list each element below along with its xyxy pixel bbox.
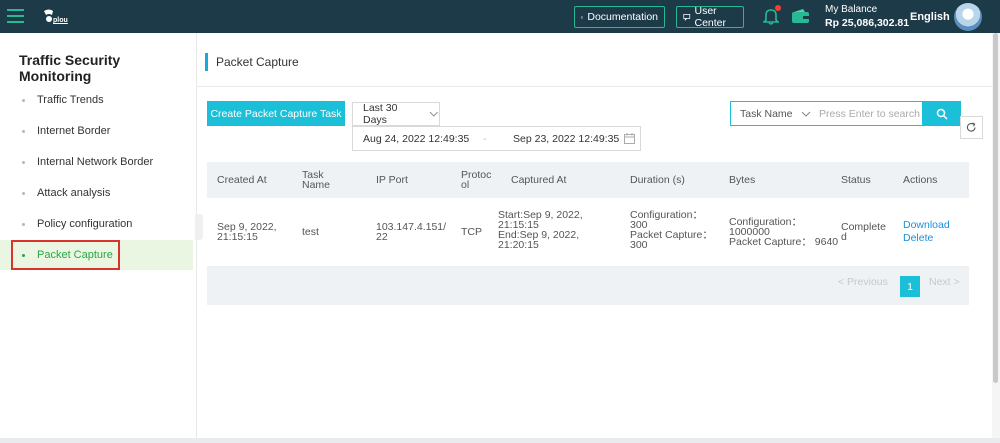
header-task-name: Task Name — [302, 169, 331, 191]
search-field-select[interactable]: Task Name — [731, 102, 811, 125]
cell-duration: Configuration： 300 Packet Capture： 300 — [630, 209, 713, 251]
bullet-icon — [22, 222, 25, 226]
chat-icon — [683, 14, 691, 21]
search-bar: Task Name — [730, 101, 961, 126]
documentation-button[interactable]: Documentation — [574, 6, 665, 28]
cell-captured-at: Start:Sep 9, 2022, 21:15:15 End:Sep 9, 202… — [498, 209, 583, 251]
sidebar-item-label: Traffic Trends — [37, 94, 104, 106]
cell-ip-port: 103.147.4.151/22 — [376, 221, 447, 243]
start-date[interactable]: Aug 24, 2022 12:49:35 — [363, 133, 469, 145]
avatar[interactable] — [954, 3, 982, 31]
header-ip-port: IP Port — [376, 174, 408, 186]
sidebar-item-label: Internal Network Border — [37, 156, 154, 168]
bottom-bar — [0, 438, 1000, 443]
sidebar-item-traffic-trends[interactable]: Traffic Trends — [0, 85, 193, 115]
sidebar-item-packet-capture[interactable]: Packet Capture — [0, 240, 193, 270]
sidebar-item-label: Policy configuration — [37, 218, 133, 230]
date-range-picker[interactable]: Aug 24, 2022 12:49:35 - Sep 23, 2022 12:… — [352, 126, 641, 151]
search-icon — [936, 108, 948, 120]
header-actions: Actions — [903, 174, 938, 186]
delete-link[interactable]: Delete — [903, 233, 950, 244]
chevron-down-icon — [801, 111, 810, 117]
header-divider — [197, 86, 1000, 87]
table-row: Sep 9, 2022, 21:15:15 test 103.147.4.151/… — [207, 198, 969, 267]
scrollbar-thumb[interactable] — [993, 33, 998, 383]
sidebar-title: Traffic Security Monitoring — [19, 52, 121, 84]
documentation-label: Documentation — [587, 11, 658, 23]
header-status: Status — [841, 174, 871, 186]
pagination: < Previous 1 Next > — [207, 267, 969, 305]
sidebar-item-internal-network-border[interactable]: Internal Network Border — [0, 147, 193, 177]
menu-icon[interactable] — [7, 9, 24, 23]
header-protocol: Protoc ol — [461, 169, 492, 191]
sidebar: Traffic Security Monitoring Traffic Tren… — [0, 33, 197, 438]
cell-status: Complete d — [841, 221, 886, 243]
language-selector[interactable]: English — [910, 11, 950, 23]
sidebar-item-internet-border[interactable]: Internet Border — [0, 116, 193, 146]
sidebar-item-attack-analysis[interactable]: Attack analysis — [0, 178, 193, 208]
download-link[interactable]: Download — [903, 220, 950, 231]
top-bar: plou Documentation User Center My Balanc… — [0, 0, 1000, 33]
sidebar-item-policy-configuration[interactable]: Policy configuration — [0, 209, 193, 239]
end-date[interactable]: Sep 23, 2022 12:49:35 — [513, 133, 619, 145]
next-page-button[interactable]: Next > — [929, 276, 960, 288]
cell-bytes: Configuration： 1000000 Packet Capture： 964… — [729, 216, 839, 248]
bullet-icon — [22, 191, 25, 195]
document-icon — [581, 15, 584, 19]
user-center-button[interactable]: User Center — [676, 5, 744, 29]
page-scrollbar[interactable] — [992, 33, 1000, 438]
user-center-label: User Center — [694, 5, 727, 29]
sidebar-item-label: Attack analysis — [37, 187, 111, 199]
date-range-select[interactable]: Last 30 Days — [352, 102, 440, 126]
bullet-icon — [22, 160, 25, 164]
balance-value: Rp 25,086,302.81 — [825, 17, 910, 29]
search-field-value: Task Name — [740, 107, 793, 120]
notification-dot — [775, 5, 781, 11]
bullet-icon — [22, 98, 25, 102]
search-input[interactable] — [811, 102, 921, 125]
cell-actions: Download Delete — [903, 220, 950, 244]
balance-label: My Balance — [825, 4, 878, 15]
header-captured-at: Captured At — [511, 174, 567, 186]
table-header: Created At Task Name IP Port Protoc ol Cap… — [207, 162, 969, 198]
cell-task-name: test — [302, 226, 319, 238]
refresh-icon — [966, 122, 976, 132]
wallet-icon[interactable] — [791, 8, 810, 24]
bullet-icon — [22, 129, 25, 133]
calendar-icon — [624, 133, 635, 144]
page-1-button[interactable]: 1 — [900, 276, 920, 297]
sidebar-collapse-handle[interactable] — [195, 214, 203, 240]
cell-protocol: TCP — [461, 226, 482, 238]
header-duration: Duration (s) — [630, 174, 685, 186]
date-range-value: Last 30 Days — [363, 102, 398, 126]
page-title: Packet Capture — [205, 53, 299, 71]
create-task-button[interactable]: Create Packet Capture Task — [207, 101, 345, 126]
chevron-down-icon — [430, 111, 439, 117]
previous-page-button[interactable]: < Previous — [838, 276, 888, 288]
header-created-at: Created At — [217, 174, 267, 186]
logo-text: plou — [53, 17, 68, 24]
sidebar-item-label: Internet Border — [37, 125, 111, 137]
bullet-icon — [22, 253, 25, 257]
date-separator: - — [483, 132, 487, 145]
refresh-button[interactable] — [960, 116, 983, 139]
cell-created-at: Sep 9, 2022, 21:15:15 — [217, 221, 277, 243]
packet-capture-table: Created At Task Name IP Port Protoc ol Cap… — [207, 162, 969, 305]
header-bytes: Bytes — [729, 174, 756, 186]
sidebar-item-label: Packet Capture — [37, 249, 113, 261]
search-button[interactable] — [922, 101, 961, 126]
